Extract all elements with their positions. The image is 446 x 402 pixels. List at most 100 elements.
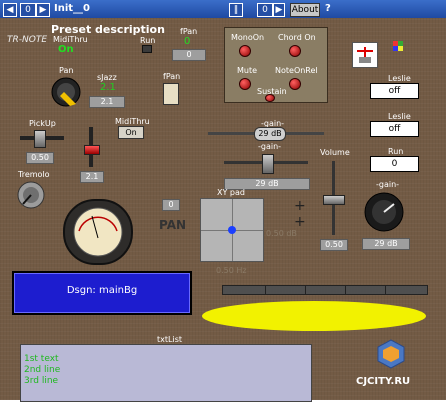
- xy-value-bottom: 0.50 Hz: [216, 266, 247, 275]
- gain3-value[interactable]: 29 dB: [362, 238, 410, 250]
- txtlist[interactable]: 1st text 2nd line 3rd line: [20, 344, 312, 402]
- preset-name[interactable]: Init__0: [54, 3, 90, 14]
- leslie2-label: Leslie: [388, 112, 411, 121]
- run-right-label: Run: [388, 147, 404, 156]
- design-bar-text: Dsgn: mainBg: [66, 285, 138, 296]
- pickup-value[interactable]: 0.50: [26, 152, 54, 164]
- segment-bar: [222, 285, 428, 295]
- tremolo-knob[interactable]: [16, 180, 46, 210]
- routing-icon-graphic: [357, 47, 373, 63]
- pickup-label: PickUp: [29, 119, 56, 128]
- vu-meter: [63, 199, 133, 265]
- leslie1-label: Leslie: [388, 74, 411, 83]
- palette-icon[interactable]: [392, 40, 404, 52]
- preset-counter[interactable]: 0: [20, 3, 36, 17]
- sjazz-box[interactable]: 2.1: [89, 96, 125, 108]
- pan-knob[interactable]: [50, 76, 82, 108]
- volume-slider[interactable]: [320, 161, 346, 235]
- run-label: Run: [140, 36, 156, 45]
- gain2-slider-handle[interactable]: [262, 154, 274, 174]
- fpan-label: fPan: [163, 72, 181, 81]
- xy-pad[interactable]: [200, 198, 264, 262]
- segment-4: [385, 286, 386, 294]
- help-button[interactable]: ?: [325, 3, 331, 14]
- gain1-slider[interactable]: 29 dB: [208, 127, 324, 141]
- noteonrel-label: NoteOnRel: [275, 66, 318, 75]
- dropdown-arrow-icon[interactable]: ▶: [273, 3, 285, 17]
- run-right-value[interactable]: 0: [370, 156, 419, 172]
- txtlist-line-2[interactable]: 2nd line: [24, 365, 60, 375]
- tremolo-label: Tremolo: [18, 170, 50, 179]
- mute-led[interactable]: [239, 78, 251, 90]
- midithru-top-value[interactable]: On: [58, 44, 74, 55]
- segment-1: [265, 286, 266, 294]
- pan-knob-graphic: [51, 77, 81, 107]
- about-button[interactable]: About: [290, 3, 320, 17]
- pan-big-value[interactable]: 0: [162, 199, 180, 211]
- gain1-value[interactable]: 29 dB: [254, 127, 286, 141]
- segment-2: [305, 286, 306, 294]
- yellow-ellipse-button[interactable]: [202, 301, 426, 331]
- run-button[interactable]: [142, 45, 152, 53]
- preset-next-button[interactable]: ▶: [36, 3, 50, 17]
- vu-meter-face: [73, 207, 123, 257]
- tremolo-knob-graphic: [17, 181, 45, 209]
- crosshair-icon-2: +: [294, 214, 306, 230]
- fpan-top-value[interactable]: 0: [184, 36, 190, 47]
- xy-pad-cursor[interactable]: [228, 226, 236, 234]
- design-bar[interactable]: Dsgn: mainBg: [12, 271, 192, 315]
- main-panel: Preset description TR-NOTE MidiThru On R…: [0, 18, 446, 402]
- midithru-label: MidiThru: [115, 117, 150, 126]
- gain3-label: -gain-: [376, 180, 400, 189]
- noteonrel-led[interactable]: [289, 78, 301, 90]
- palette-icon-graphic: [393, 41, 403, 51]
- midithru-top-label: MidiThru: [53, 35, 88, 44]
- small-fader-handle[interactable]: [84, 145, 100, 155]
- fpan-top-label: fPan: [180, 27, 198, 36]
- txtlist-line-3[interactable]: 3rd line: [24, 376, 58, 386]
- crosshair-icon-1: +: [294, 198, 306, 214]
- volume-value[interactable]: 0.50: [320, 239, 348, 251]
- pan-big-label: PAN: [159, 218, 187, 232]
- small-fader-value[interactable]: 2.1: [80, 171, 104, 183]
- midithru-toggle[interactable]: On: [118, 126, 144, 139]
- xypad-label: XY pad: [217, 188, 245, 197]
- titlebar-counter-2[interactable]: 0: [257, 3, 273, 17]
- pickup-slider-handle[interactable]: [34, 130, 46, 148]
- chordon-label: Chord On: [278, 33, 316, 42]
- leslie2-value[interactable]: off: [370, 121, 419, 137]
- gain3-knob-graphic: [364, 192, 404, 232]
- sjazz-value[interactable]: 2.1: [100, 82, 116, 93]
- mute-label: Mute: [237, 66, 258, 75]
- leslie1-value[interactable]: off: [370, 83, 419, 99]
- watermark: CJCITY.RU: [356, 376, 411, 387]
- xy-value-right: 0.50 dB: [266, 229, 297, 238]
- logo-icon: [375, 338, 407, 370]
- monoon-label: MonoOn: [231, 33, 265, 42]
- sjazz-label: sJazz: [97, 73, 117, 82]
- routing-icon[interactable]: [352, 42, 378, 68]
- gain2-label: -gain-: [258, 142, 282, 151]
- chordon-led[interactable]: [289, 45, 301, 57]
- plugin-window: ◀ 0 ▶ Init__0 ‖ 0 ▶ About ? Preset descr…: [0, 0, 446, 402]
- volume-label: Volume: [320, 148, 350, 157]
- txtlist-label: txtList: [157, 335, 182, 344]
- gain3-knob[interactable]: [363, 191, 405, 233]
- pickup-slider[interactable]: [20, 130, 64, 148]
- fpan-top-number[interactable]: 0: [172, 49, 206, 61]
- volume-slider-handle[interactable]: [323, 195, 345, 205]
- sustain-led[interactable]: [265, 94, 275, 102]
- small-fader[interactable]: [84, 127, 100, 167]
- segment-3: [345, 286, 346, 294]
- titlebar: ◀ 0 ▶ Init__0 ‖ 0 ▶ About ?: [0, 0, 446, 19]
- fpan-switch[interactable]: [163, 83, 179, 105]
- gain2-slider[interactable]: [224, 154, 308, 174]
- monoon-led[interactable]: [239, 45, 251, 57]
- product-name: TR-NOTE: [7, 35, 47, 45]
- fx-switch-box: MonoOn Chord On Mute NoteOnRel Sustain: [224, 27, 328, 103]
- pause-button[interactable]: ‖: [229, 3, 243, 17]
- logo-icon-graphic: [377, 339, 405, 369]
- preset-prev-button[interactable]: ◀: [3, 3, 17, 17]
- pan-label: Pan: [59, 66, 74, 75]
- txtlist-line-1[interactable]: 1st text: [24, 354, 59, 364]
